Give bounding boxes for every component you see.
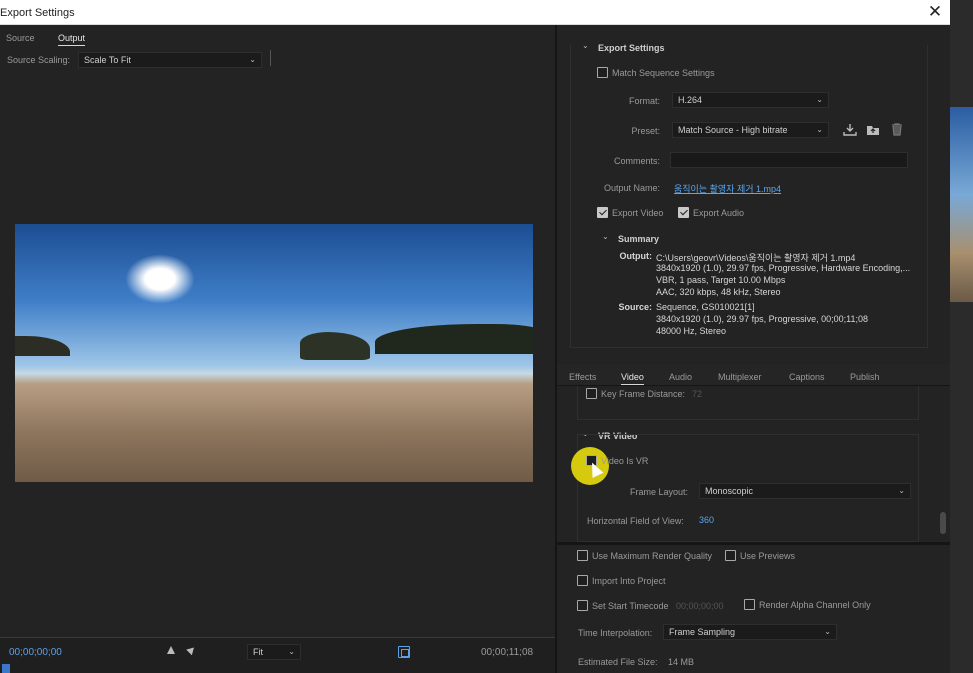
summary-source-line: Sequence, GS010021[1] bbox=[656, 302, 755, 312]
render-alpha-checkbox[interactable] bbox=[744, 599, 755, 610]
source-scaling-value: Scale To Fit bbox=[84, 55, 131, 65]
hfov-value[interactable]: 360 bbox=[699, 515, 714, 525]
summary-source-line: 3840x1920 (1.0), 29.97 fps, Progressive,… bbox=[656, 314, 868, 324]
preset-label: Preset: bbox=[631, 126, 660, 136]
tab-video[interactable]: Video bbox=[621, 372, 644, 385]
chevron-down-icon[interactable]: ⌄ bbox=[602, 232, 609, 241]
save-preset-icon[interactable] bbox=[843, 123, 857, 136]
match-sequence-label: Match Sequence Settings bbox=[612, 68, 715, 78]
frame-layout-label: Frame Layout: bbox=[629, 487, 688, 497]
key-frame-label: Key Frame Distance: bbox=[601, 389, 686, 399]
export-settings-title: Export Settings bbox=[598, 43, 665, 53]
tab-source[interactable]: Source bbox=[6, 33, 35, 43]
time-interpolation-value: Frame Sampling bbox=[669, 627, 736, 637]
background-window bbox=[950, 0, 973, 673]
use-previews-checkbox[interactable] bbox=[725, 550, 736, 561]
chevron-down-icon: ⌄ bbox=[898, 486, 905, 495]
video-preview bbox=[15, 224, 533, 482]
frame-layout-value: Monoscopic bbox=[705, 486, 754, 496]
tab-effects[interactable]: Effects bbox=[569, 372, 596, 382]
fit-dropdown[interactable]: Fit ⌄ bbox=[247, 644, 301, 660]
window-title: Export Settings bbox=[0, 7, 75, 19]
frame-layout-dropdown[interactable]: Monoscopic ⌄ bbox=[699, 483, 911, 499]
key-frame-checkbox[interactable] bbox=[586, 388, 597, 399]
rock-island bbox=[300, 332, 370, 360]
output-name-label: Output Name: bbox=[603, 183, 660, 193]
format-value: H.264 bbox=[678, 95, 703, 105]
export-audio-checkbox[interactable] bbox=[678, 207, 689, 218]
match-sequence-checkbox[interactable] bbox=[597, 67, 608, 78]
start-timecode-value[interactable]: 00;00;00;00 bbox=[676, 601, 724, 611]
chevron-down-icon: ⌄ bbox=[249, 55, 256, 64]
format-dropdown[interactable]: H.264 ⌄ bbox=[672, 92, 829, 108]
hill-left bbox=[15, 336, 70, 356]
file-size-value: 14 MB bbox=[668, 657, 695, 667]
background-thumbnail bbox=[950, 107, 973, 302]
fit-value: Fit bbox=[253, 647, 263, 657]
title-bar bbox=[0, 0, 950, 25]
chevron-down-icon: ⌄ bbox=[816, 95, 823, 104]
set-start-timecode-label: Set Start Timecode bbox=[592, 601, 669, 611]
import-into-project-label: Import Into Project bbox=[592, 576, 666, 586]
summary-output-label: Output: bbox=[619, 251, 652, 261]
chevron-down-icon: ⌄ bbox=[824, 627, 831, 636]
tab-publish[interactable]: Publish bbox=[850, 372, 880, 382]
chevron-down-icon[interactable]: ⌄ bbox=[582, 41, 589, 50]
time-interpolation-label: Time Interpolation: bbox=[578, 628, 653, 638]
tab-audio[interactable]: Audio bbox=[669, 372, 692, 382]
chevron-down-icon: ⌄ bbox=[288, 647, 295, 656]
render-alpha-label: Render Alpha Channel Only bbox=[759, 600, 871, 610]
delete-preset-icon[interactable] bbox=[890, 123, 904, 136]
summary-output-line: 3840x1920 (1.0), 29.97 fps, Progressive,… bbox=[656, 263, 911, 273]
source-scaling-dropdown[interactable]: Scale To Fit ⌄ bbox=[78, 52, 262, 68]
treeline bbox=[375, 324, 533, 354]
summary-output-line: AAC, 320 kbps, 48 kHz, Stereo bbox=[656, 287, 781, 297]
comments-label: Comments: bbox=[613, 156, 660, 166]
preset-value: Match Source - High bitrate bbox=[678, 125, 788, 135]
max-render-quality-checkbox[interactable] bbox=[577, 550, 588, 561]
summary-output-line: VBR, 1 pass, Target 10.00 Mbps bbox=[656, 275, 786, 285]
mark-in-icon[interactable] bbox=[167, 646, 175, 654]
format-label: Format: bbox=[628, 96, 660, 106]
summary-title: Summary bbox=[618, 234, 660, 244]
duration-timecode: 00;00;11;08 bbox=[481, 647, 534, 658]
summary-source-line: 48000 Hz, Stereo bbox=[656, 326, 727, 336]
export-video-checkbox[interactable] bbox=[597, 207, 608, 218]
comments-field[interactable] bbox=[670, 152, 908, 168]
import-into-project-checkbox[interactable] bbox=[577, 575, 588, 586]
sun-glare bbox=[125, 254, 195, 304]
source-scaling-label: Source Scaling: bbox=[7, 55, 71, 65]
close-button[interactable]: ✕ bbox=[926, 3, 944, 21]
tab-output[interactable]: Output bbox=[58, 33, 86, 46]
scrollbar[interactable] bbox=[940, 512, 946, 534]
hfov-label: Horizontal Field of View: bbox=[587, 516, 684, 526]
output-name-link[interactable]: 움직이는 촬영자 제거 1.mp4 bbox=[674, 182, 781, 195]
export-audio-label: Export Audio bbox=[693, 208, 745, 218]
max-render-quality-label: Use Maximum Render Quality bbox=[592, 551, 713, 561]
divider bbox=[270, 50, 271, 66]
preset-dropdown[interactable]: Match Source - High bitrate ⌄ bbox=[672, 122, 829, 138]
time-interpolation-dropdown[interactable]: Frame Sampling ⌄ bbox=[663, 624, 837, 640]
current-timecode[interactable]: 00;00;00;00 bbox=[9, 647, 62, 658]
set-start-timecode-checkbox[interactable] bbox=[577, 600, 588, 611]
crop-icon[interactable] bbox=[398, 646, 410, 658]
summary-source-label: Source: bbox=[618, 302, 652, 312]
section-divider[interactable] bbox=[557, 542, 950, 545]
chevron-down-icon: ⌄ bbox=[816, 125, 823, 134]
tab-captions[interactable]: Captions bbox=[789, 372, 825, 382]
tab-multiplexer[interactable]: Multiplexer bbox=[718, 372, 762, 382]
file-size-label: Estimated File Size: bbox=[578, 657, 658, 667]
import-preset-icon[interactable] bbox=[866, 123, 880, 136]
key-frame-value[interactable]: 72 bbox=[692, 389, 702, 399]
use-previews-label: Use Previews bbox=[740, 551, 796, 561]
playhead-handle[interactable] bbox=[2, 664, 10, 673]
video-is-vr-label: Video Is VR bbox=[601, 456, 649, 466]
export-video-label: Export Video bbox=[612, 208, 664, 218]
